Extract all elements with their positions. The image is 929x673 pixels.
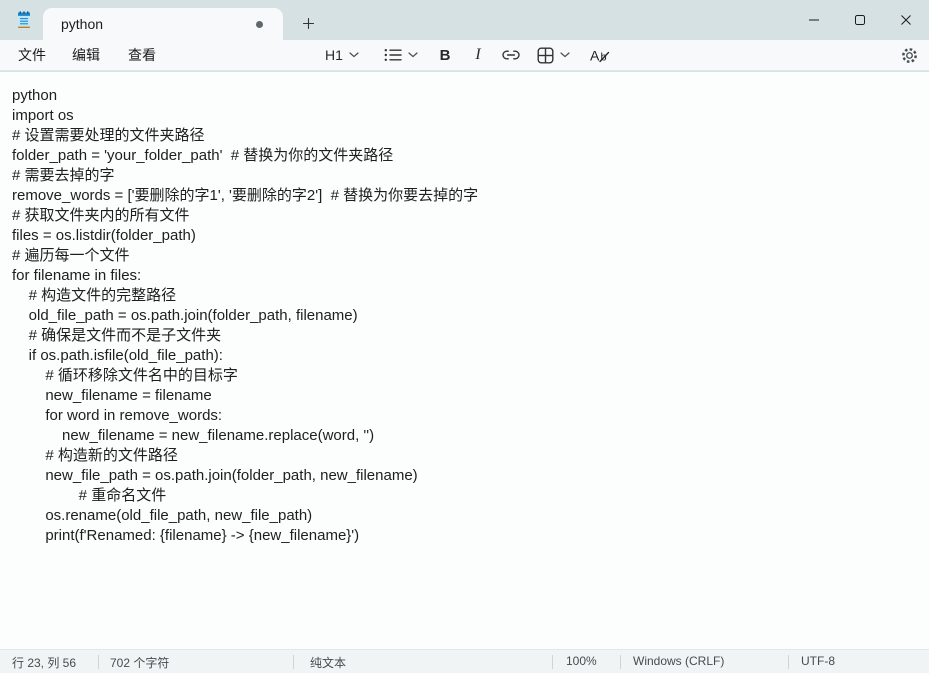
statusbar-divider: [98, 655, 99, 669]
code-line: old_file_path = os.path.join(folder_path…: [12, 307, 358, 324]
encoding[interactable]: UTF-8: [801, 654, 835, 668]
close-icon: [901, 15, 911, 25]
notepad-icon: [14, 10, 34, 30]
maximize-button[interactable]: [837, 0, 883, 40]
titlebar: python: [0, 0, 929, 40]
line-ending[interactable]: Windows (CRLF): [633, 654, 724, 668]
settings-button[interactable]: [893, 41, 925, 69]
chevron-down-icon: [349, 52, 359, 58]
code-line: for filename in files:: [12, 267, 142, 284]
tab-python[interactable]: python: [43, 8, 283, 40]
italic-button[interactable]: I: [465, 41, 491, 69]
list-style-dropdown[interactable]: [377, 41, 425, 69]
clear-formatting-icon: A b: [590, 47, 610, 63]
menu-file[interactable]: 文件: [6, 40, 58, 70]
heading-style-dropdown[interactable]: H1: [317, 41, 367, 69]
svg-text:A: A: [590, 47, 600, 63]
gear-icon: [901, 47, 917, 63]
menu-file-label: 文件: [18, 47, 46, 63]
new-tab-button[interactable]: [293, 9, 323, 37]
menu-edit[interactable]: 编辑: [60, 40, 112, 70]
bold-button[interactable]: B: [432, 41, 458, 69]
code-line: os.rename(old_file_path, new_file_path): [12, 507, 313, 524]
code-line: for word in remove_words:: [12, 407, 223, 424]
code-line: # 构造文件的完整路径: [12, 287, 177, 304]
code-line: # 设置需要处理的文件夹路径: [12, 127, 205, 144]
maximize-icon: [855, 15, 865, 25]
code-line: # 构造新的文件路径: [12, 447, 178, 464]
italic-icon: I: [475, 46, 481, 63]
cursor-position: 行 23, 列 56: [12, 656, 77, 670]
code-line: import os: [12, 107, 74, 124]
menu-view[interactable]: 查看: [116, 40, 168, 70]
status-bar: 行 23, 列 56 702 个字符 纯文本 100% Windows (CRL…: [0, 649, 929, 673]
chevron-down-icon: [408, 52, 418, 58]
code-line: # 循环移除文件名中的目标字: [12, 367, 238, 384]
code-line: if os.path.isfile(old_file_path):: [12, 347, 223, 364]
minimize-button[interactable]: [791, 0, 837, 40]
character-count: 702 个字符: [110, 656, 170, 670]
code-line: remove_words = ['要删除的字1', '要删除的字2'] # 替换…: [12, 187, 479, 204]
bold-icon: B: [439, 46, 451, 64]
clear-formatting-button[interactable]: A b: [585, 41, 615, 69]
editor-lines: python import os # 设置需要处理的文件夹路径 folder_path…: [12, 86, 929, 546]
window-controls: [791, 0, 929, 40]
insert-table-dropdown[interactable]: [529, 41, 577, 69]
statusbar-divider: [552, 655, 553, 669]
minimize-icon: [809, 19, 819, 21]
code-line: new_filename = new_filename.replace(word…: [12, 427, 375, 444]
statusbar-divider: [788, 655, 789, 669]
code-line: python: [12, 87, 58, 104]
code-line: folder_path = 'your_folder_path' # 替换为你的…: [12, 147, 394, 164]
unsaved-dot-indicator: [256, 21, 263, 28]
table-icon: [537, 47, 554, 64]
editor-area[interactable]: python import os # 设置需要处理的文件夹路径 folder_path…: [0, 72, 929, 649]
code-line: print(f'Renamed: {filename} -> {new_file…: [12, 527, 360, 544]
chevron-down-icon: [559, 52, 570, 58]
code-line: new_file_path = os.path.join(folder_path…: [12, 467, 418, 484]
code-line: # 需要去掉的字: [12, 167, 115, 184]
document-mode: 纯文本: [310, 656, 347, 670]
link-icon: [502, 50, 520, 60]
menu-view-label: 查看: [128, 47, 156, 63]
close-button[interactable]: [883, 0, 929, 40]
code-line: files = os.listdir(folder_path): [12, 227, 196, 244]
insert-link-button[interactable]: [497, 41, 525, 69]
statusbar-divider: [620, 655, 621, 669]
bullet-list-icon: [384, 49, 402, 61]
menu-edit-label: 编辑: [72, 47, 100, 63]
code-line: # 遍历每一个文件: [12, 247, 130, 264]
code-line: new_filename = filename: [12, 387, 212, 404]
code-line: # 确保是文件而不是子文件夹: [12, 327, 222, 344]
tab-title: python: [61, 16, 104, 32]
code-line: # 获取文件夹内的所有文件: [12, 207, 190, 224]
new-tab-plus-icon: [302, 17, 314, 29]
heading-style-label: H1: [325, 47, 343, 63]
statusbar-divider: [293, 655, 294, 669]
zoom-level[interactable]: 100%: [566, 654, 597, 668]
code-line: # 重命名文件: [12, 487, 167, 504]
menubar-toolbar: 文件 编辑 查看 H1 B I A: [0, 40, 929, 71]
